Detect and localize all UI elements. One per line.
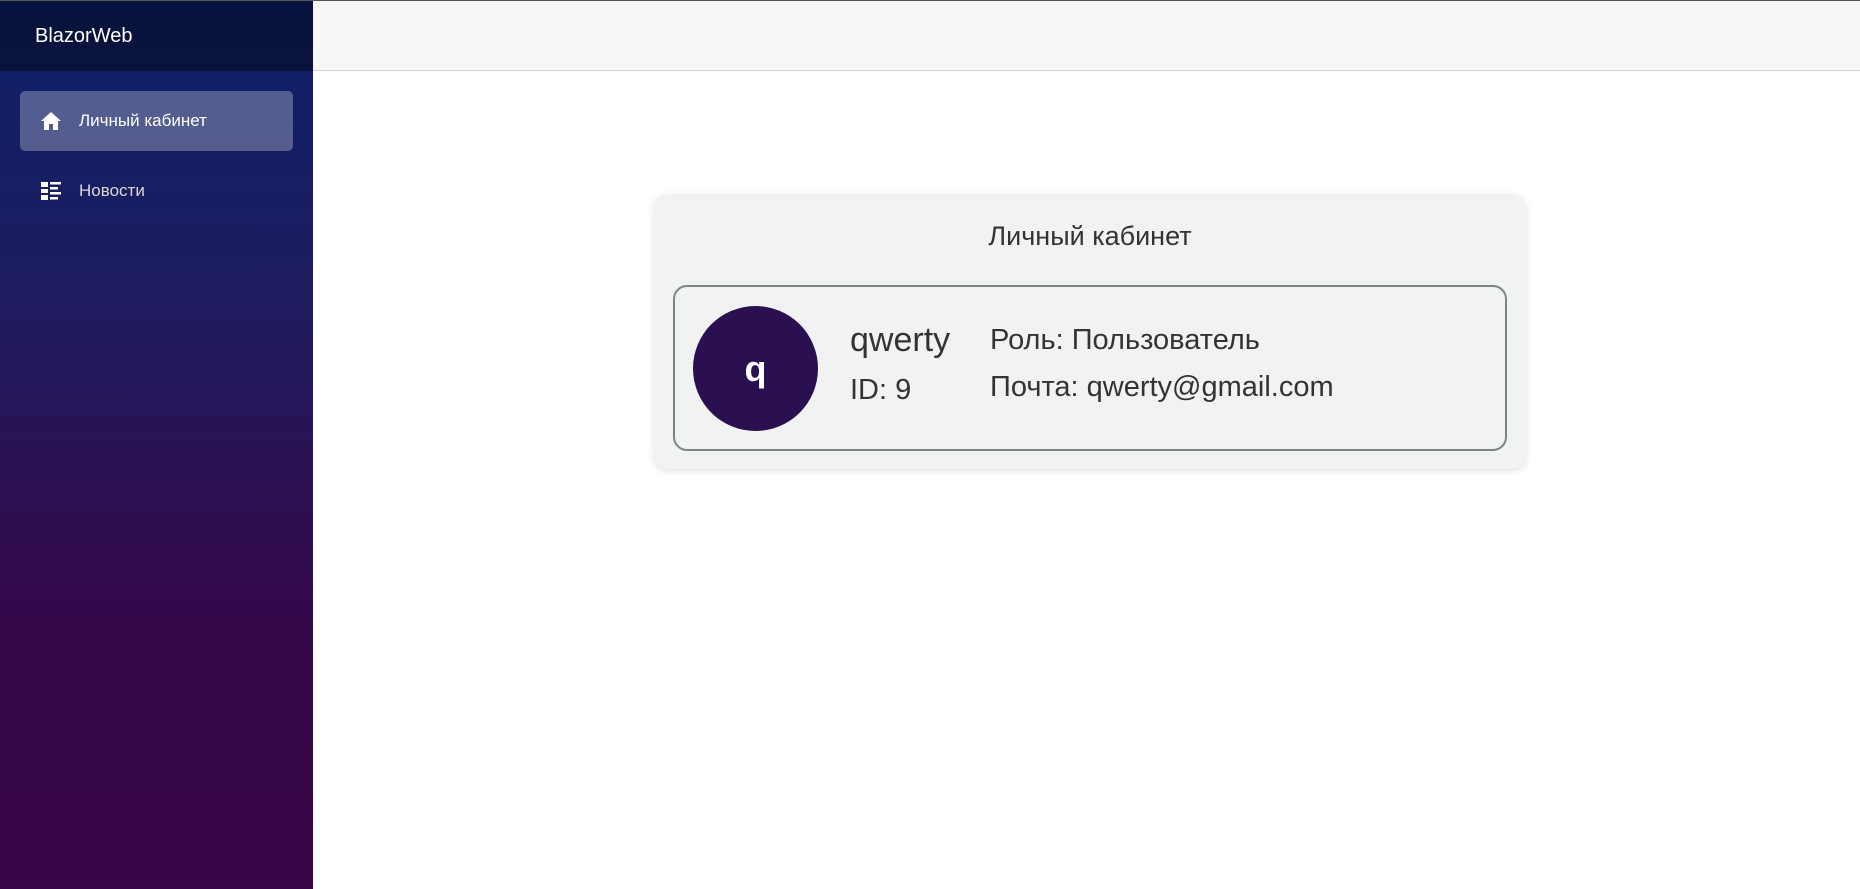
sidebar-nav: Личный кабинет Новости bbox=[0, 71, 313, 221]
top-bar bbox=[313, 1, 1860, 71]
home-icon bbox=[39, 109, 63, 133]
brand-bar: BlazorWeb bbox=[0, 1, 313, 71]
sidebar-item-profile[interactable]: Личный кабинет bbox=[20, 91, 293, 151]
main-content: Личный кабинет q qwerty ID: 9 Роль: Поль… bbox=[313, 71, 1860, 889]
app-root: BlazorWeb Личный кабинет Новости Личный … bbox=[0, 0, 1860, 889]
sidebar: BlazorWeb Личный кабинет Новости bbox=[0, 1, 313, 889]
username: qwerty bbox=[850, 321, 951, 359]
avatar: q bbox=[693, 306, 818, 431]
page-title: Личный кабинет bbox=[988, 221, 1192, 251]
user-role: Роль: Пользователь bbox=[990, 324, 1260, 356]
sidebar-item-label: Личный кабинет bbox=[79, 111, 207, 130]
list-icon bbox=[39, 179, 63, 203]
brand-link[interactable]: BlazorWeb bbox=[35, 25, 132, 48]
profile-info-box: q qwerty ID: 9 Роль: Пользователь Почта:… bbox=[673, 285, 1507, 451]
user-id: ID: 9 bbox=[850, 374, 912, 406]
user-email: Почта: qwerty@gmail.com bbox=[990, 371, 1334, 403]
profile-card: Личный кабинет q qwerty ID: 9 Роль: Поль… bbox=[654, 194, 1526, 469]
sidebar-item-news[interactable]: Новости bbox=[20, 161, 293, 221]
sidebar-item-label: Новости bbox=[79, 181, 145, 200]
